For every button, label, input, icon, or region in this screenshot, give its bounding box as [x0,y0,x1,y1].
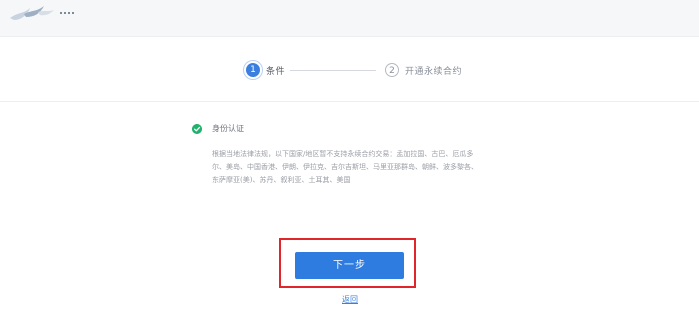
step-open-perpetual: 2 开通永续合约 [385,56,462,84]
step-label: 开通永续合约 [405,66,463,77]
back-link[interactable]: 返回 [339,294,361,305]
step-number-badge: 2 [385,63,399,77]
brand-logo-icon[interactable] [4,2,80,28]
section-title: 身份认证 [212,124,244,133]
step-conditions: 1 条件 [246,56,285,84]
next-step-button[interactable]: 下一步 [295,252,404,279]
step-label: 条件 [266,66,286,77]
step-connector-line [290,70,376,71]
page: 1 条件 2 开通永续合约 身份认证 根据当地法律法规，以下国家/地区暂不支持永… [0,0,699,318]
check-circle-icon [192,124,202,134]
divider [0,101,699,102]
restriction-notice: 根据当地法律法规，以下国家/地区暂不支持永续合约交易：孟加拉国、古巴、厄瓜多尔、… [212,150,478,184]
step-number-badge: 1 [246,63,260,77]
top-bar [0,0,699,37]
